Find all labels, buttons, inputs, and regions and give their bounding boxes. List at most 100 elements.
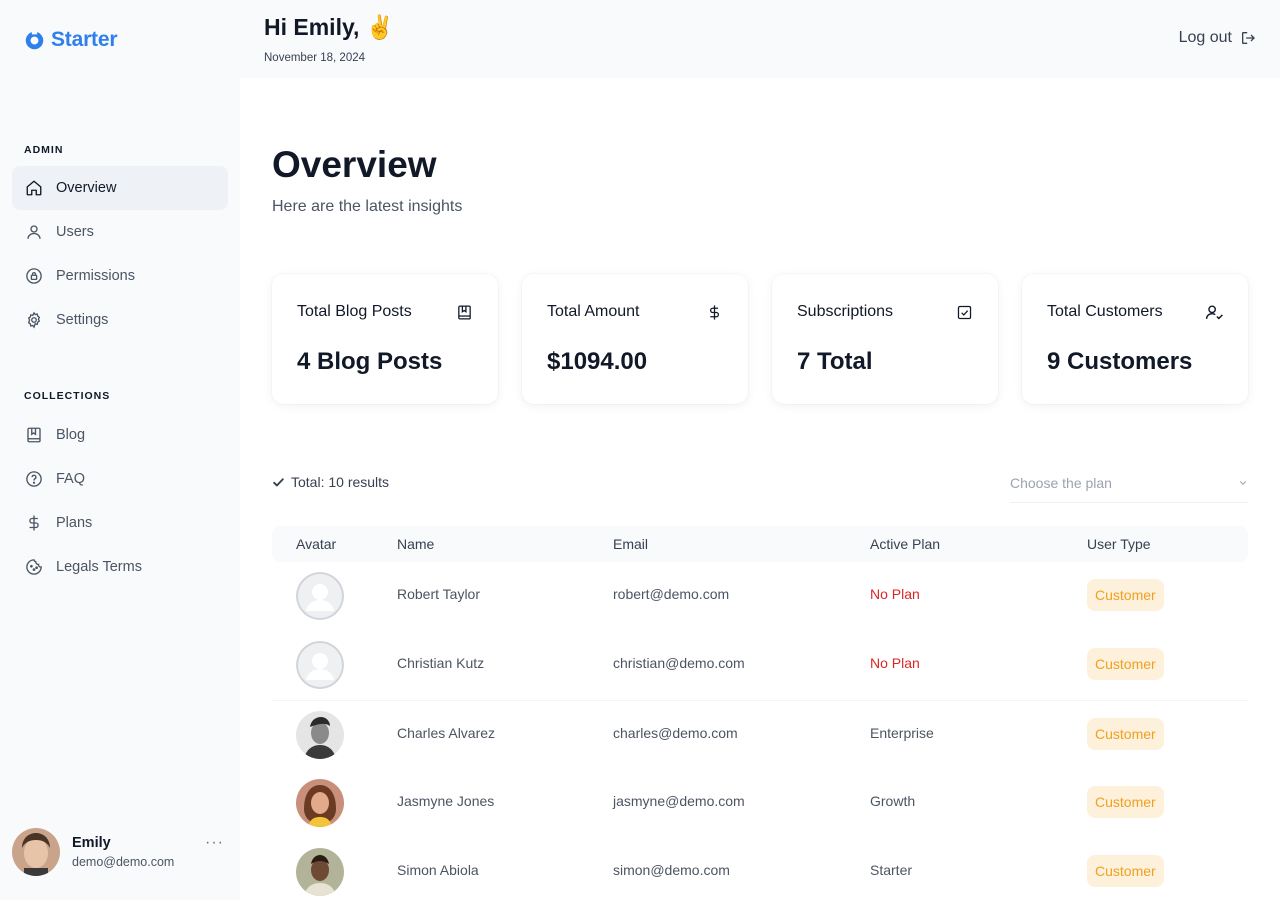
page-title: Overview — [272, 144, 437, 185]
stat-card-blog-posts: Total Blog Posts 4 Blog Posts — [272, 274, 498, 404]
user-name: Charles Alvarez — [397, 725, 496, 741]
user-name: Robert Taylor — [397, 586, 481, 602]
chevron-down-icon — [1239, 480, 1247, 485]
user-email: charles@demo.com — [613, 725, 738, 741]
user-type-badge: Customer — [1087, 579, 1164, 611]
sidebar-item-label: Plans — [56, 515, 93, 531]
home-icon — [24, 178, 44, 198]
sidebar-item-label: Legals Terms — [56, 559, 142, 575]
avatar — [296, 779, 344, 827]
profile-name: Emily — [72, 835, 111, 851]
brand-logo-icon — [25, 29, 44, 49]
sidebar-item-label: Permissions — [56, 268, 135, 284]
results-count: Total: 10 results — [272, 474, 389, 490]
stat-card-total-customers: Total Customers 9 Customers — [1022, 274, 1248, 404]
user-icon — [24, 222, 44, 242]
card-value: $1094.00 — [547, 348, 648, 375]
sidebar-item-label: Settings — [56, 312, 109, 328]
user-name: Simon Abiola — [397, 862, 479, 878]
user-email: christian@demo.com — [613, 655, 745, 671]
check-icon — [273, 477, 284, 486]
card-value: 9 Customers — [1047, 348, 1193, 375]
user-type-badge: Customer — [1087, 718, 1164, 750]
cookie-icon — [24, 557, 44, 577]
avatar — [296, 848, 344, 896]
dollar-icon — [24, 513, 44, 533]
avatar — [12, 828, 60, 876]
lock-icon — [24, 266, 44, 286]
plan-filter-select[interactable]: Choose the plan — [1010, 463, 1248, 503]
avatar — [296, 641, 344, 689]
table-row[interactable]: Charles Alvarez charles@demo.com Enterpr… — [272, 700, 1248, 769]
column-header[interactable]: Name — [397, 536, 434, 552]
table-header: Avatar Name Email Active Plan User Type — [272, 526, 1248, 562]
book-icon — [24, 425, 44, 445]
logout-icon — [1242, 31, 1255, 44]
sidebar-item-plans[interactable]: Plans — [12, 501, 228, 545]
results-text: Total: 10 results — [291, 474, 390, 490]
card-value: 7 Total — [797, 348, 873, 375]
more-options-icon[interactable]: ··· — [205, 834, 224, 852]
stat-card-subscriptions: Subscriptions 7 Total — [772, 274, 998, 404]
card-title: Total Customers — [1047, 303, 1163, 320]
card-title: Total Blog Posts — [297, 303, 412, 320]
active-plan: No Plan — [870, 586, 920, 602]
card-title: Total Amount — [547, 303, 640, 320]
card-value: 4 Blog Posts — [297, 348, 443, 375]
sidebar-item-label: Overview — [56, 180, 117, 196]
user-email: simon@demo.com — [613, 862, 730, 878]
plan-select-placeholder: Choose the plan — [1010, 474, 1112, 491]
user-email: robert@demo.com — [613, 586, 730, 602]
sidebar-item-faq[interactable]: FAQ — [12, 457, 228, 501]
avatar — [296, 711, 344, 759]
top-header: Hi Emily, ✌️ November 18, 2024 Log out — [240, 0, 1280, 78]
sidebar-item-settings[interactable]: Settings — [12, 298, 228, 342]
user-type-badge: Customer — [1087, 648, 1164, 680]
active-plan: Enterprise — [870, 725, 934, 741]
brand[interactable]: Starter — [24, 28, 117, 52]
user-check-icon — [1204, 302, 1224, 322]
user-profile[interactable]: Emily demo@demo.com ··· — [12, 826, 228, 878]
column-header[interactable]: User Type — [1087, 536, 1151, 552]
table-row[interactable]: Christian Kutz christian@demo.com No Pla… — [272, 631, 1248, 700]
table-row[interactable]: Jasmyne Jones jasmyne@demo.com Growth Cu… — [272, 769, 1248, 838]
sidebar-item-label: FAQ — [56, 471, 86, 487]
sidebar-item-legals-terms[interactable]: Legals Terms — [12, 545, 228, 589]
section-label-collections: COLLECTIONS — [24, 390, 111, 402]
sidebar-item-blog[interactable]: Blog — [12, 413, 228, 457]
active-plan: No Plan — [870, 655, 920, 671]
sidebar-item-label: Blog — [56, 427, 86, 443]
column-header[interactable]: Email — [613, 536, 648, 552]
logout-button[interactable]: Log out — [1179, 29, 1256, 47]
column-header[interactable]: Avatar — [296, 536, 336, 552]
greeting: Hi Emily, ✌️ — [264, 14, 395, 40]
users-table: Avatar Name Email Active Plan User Type … — [272, 526, 1248, 900]
sidebar-item-permissions[interactable]: Permissions — [12, 254, 228, 298]
logout-label: Log out — [1178, 29, 1232, 46]
check-square-icon — [954, 302, 974, 322]
stat-card-total-amount: Total Amount $1094.00 — [522, 274, 748, 404]
book-icon — [454, 302, 474, 322]
active-plan: Growth — [870, 793, 916, 809]
active-plan: Starter — [870, 862, 913, 878]
user-email: jasmyne@demo.com — [613, 793, 745, 809]
section-label-admin: ADMIN — [24, 144, 64, 156]
sidebar-item-users[interactable]: Users — [12, 210, 228, 254]
avatar — [296, 572, 344, 620]
gear-icon — [24, 310, 44, 330]
brand-name: Starter — [51, 28, 118, 51]
sidebar-item-overview[interactable]: Overview — [12, 166, 228, 210]
main-content: Overview Here are the latest insights To… — [240, 78, 1280, 900]
page-subtitle: Here are the latest insights — [272, 198, 463, 215]
column-header[interactable]: Active Plan — [870, 536, 940, 552]
user-name: Christian Kutz — [397, 655, 485, 671]
user-name: Jasmyne Jones — [397, 793, 495, 809]
user-type-badge: Customer — [1087, 786, 1164, 818]
current-date: November 18, 2024 — [264, 52, 366, 64]
table-row[interactable]: Robert Taylor robert@demo.com No Plan Cu… — [272, 562, 1248, 631]
profile-email: demo@demo.com — [72, 855, 175, 869]
user-type-badge: Customer — [1087, 855, 1164, 887]
card-title: Subscriptions — [797, 303, 894, 320]
table-row[interactable]: Simon Abiola simon@demo.com Starter Cust… — [272, 838, 1248, 900]
dollar-icon — [704, 302, 724, 322]
